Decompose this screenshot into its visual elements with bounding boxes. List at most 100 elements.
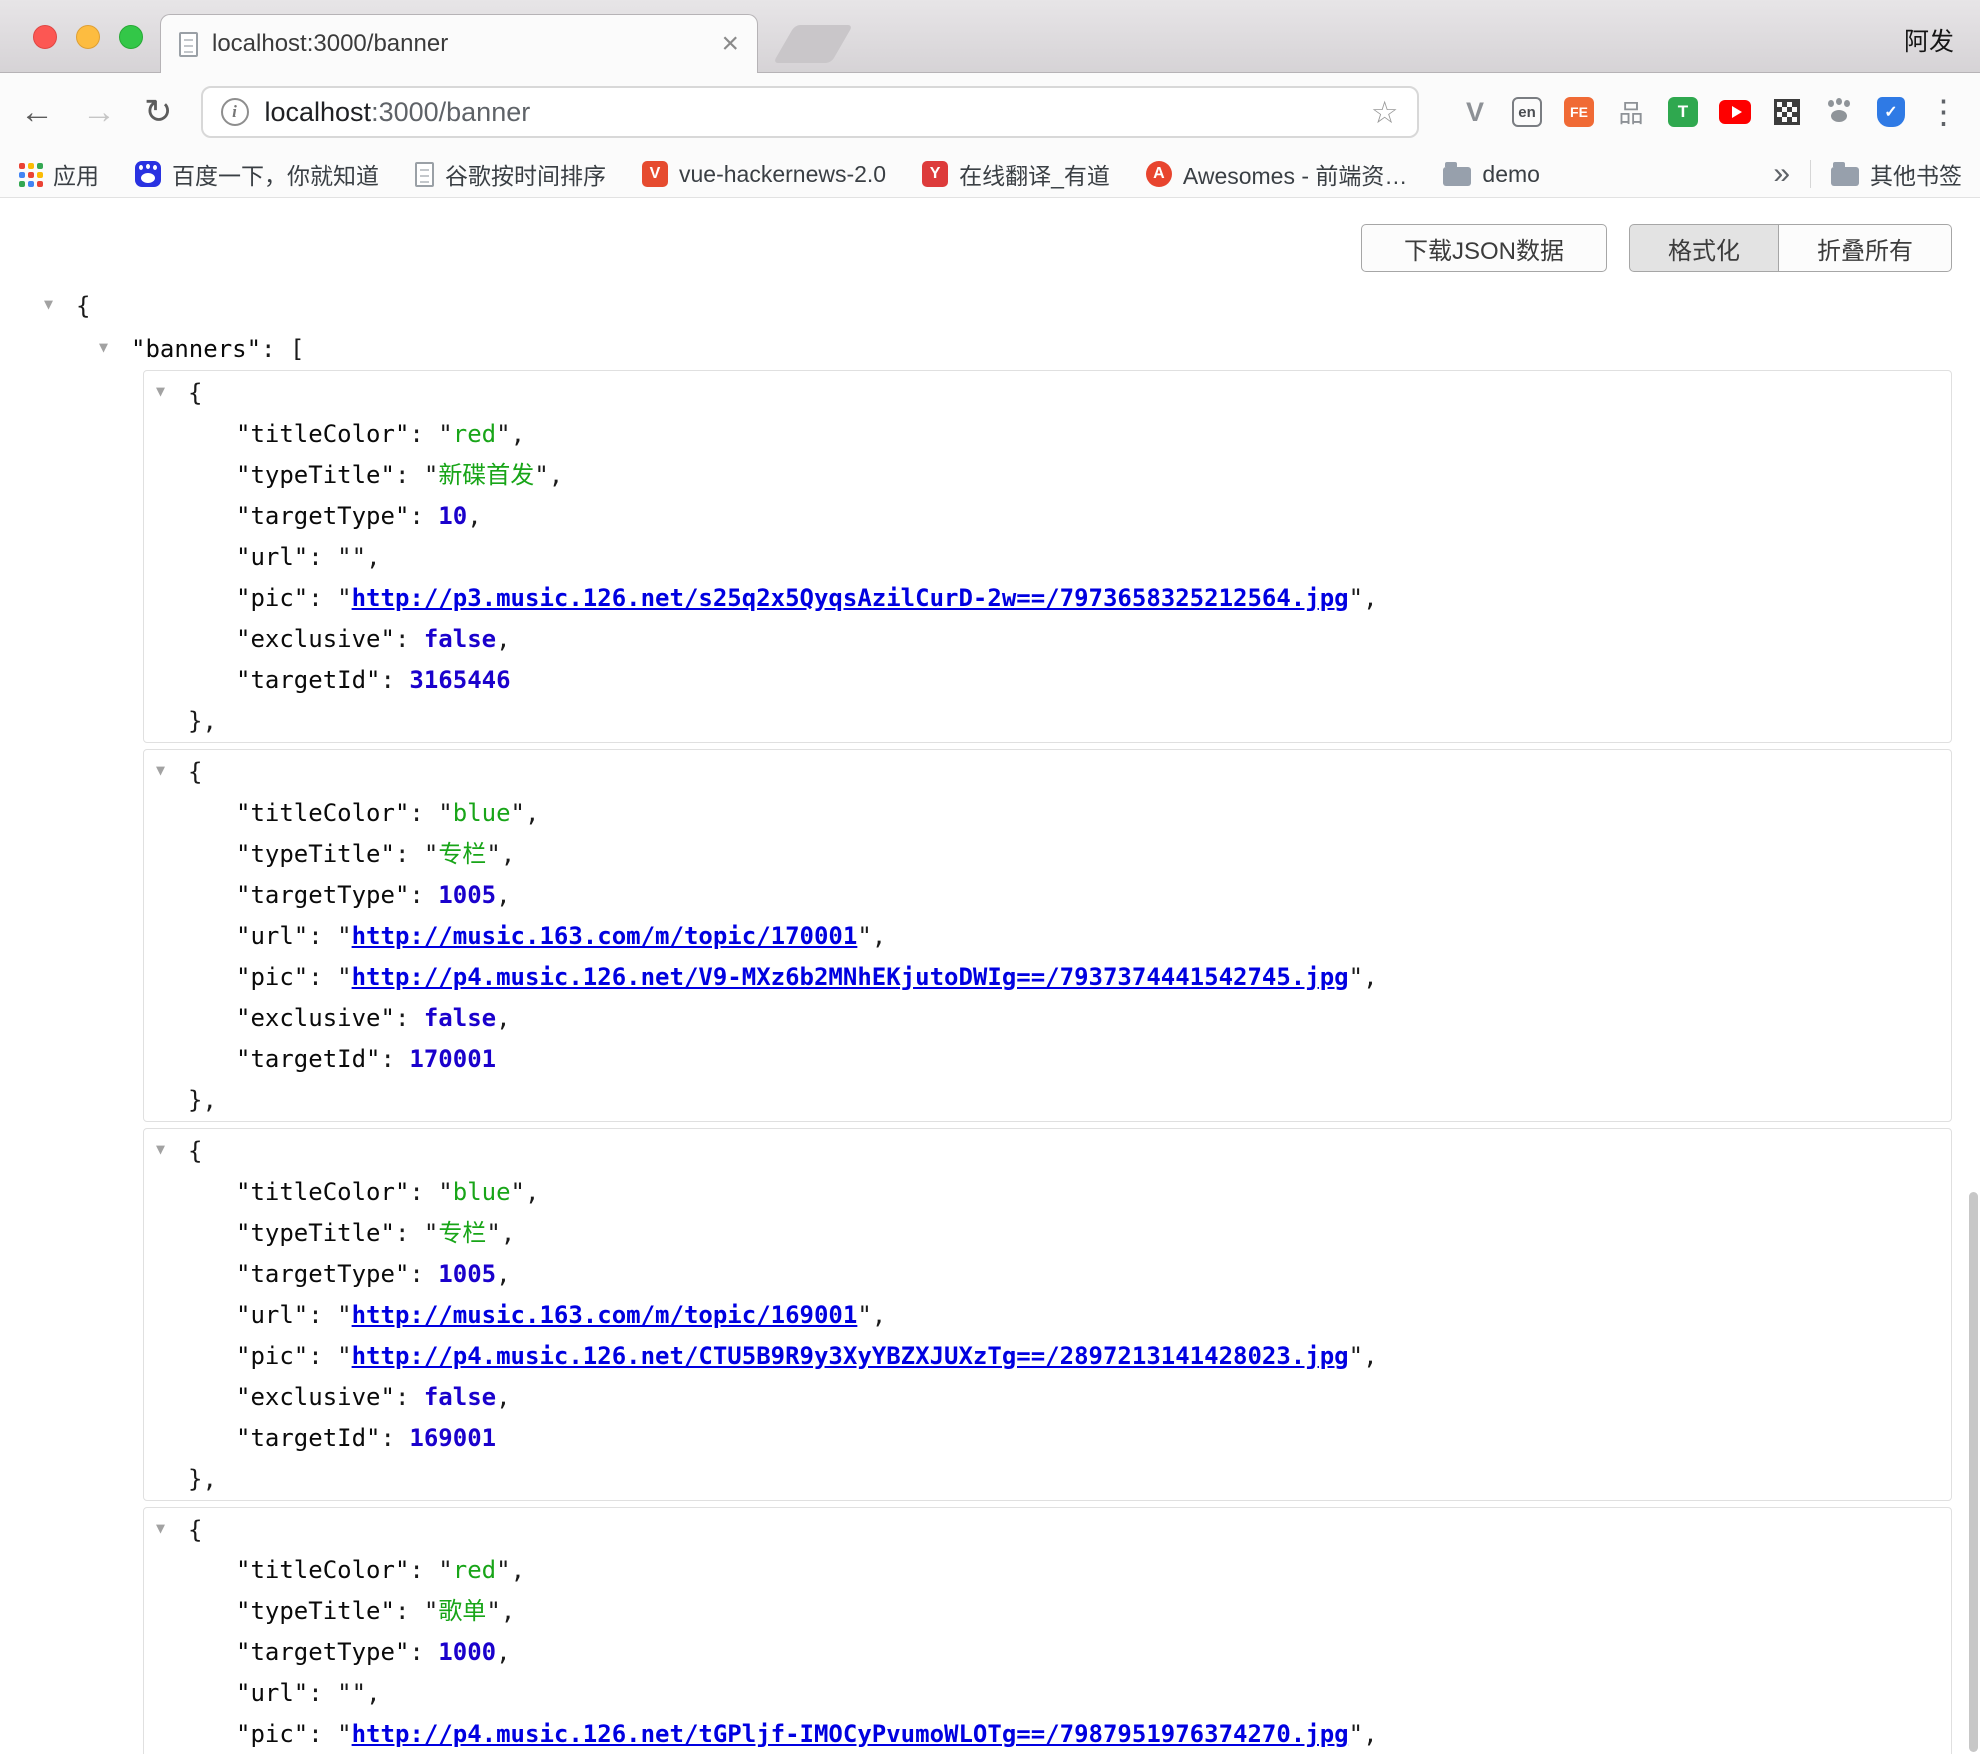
json-punctuation: , [1363, 1342, 1377, 1370]
json-key: "pic" [236, 1342, 308, 1370]
json-property-line: "targetId": 169001 [144, 1418, 1951, 1459]
json-key: "typeTitle" [236, 461, 395, 489]
json-link-value[interactable]: http://p4.music.126.net/V9-MXz6b2MNhEKju… [352, 963, 1349, 991]
bookmark-vue-hackernews[interactable]: V vue-hackernews-2.0 [642, 161, 886, 188]
browser-tab[interactable]: localhost:3000/banner × [160, 14, 758, 73]
collapse-triangle-icon[interactable]: ▼ [99, 327, 131, 368]
json-link-value[interactable]: http://p4.music.126.net/tGPljf-IMOCyPvum… [352, 1720, 1349, 1748]
format-button[interactable]: 格式化 [1629, 224, 1779, 272]
address-bar[interactable]: i localhost:3000/banner ☆ [201, 86, 1419, 138]
json-property-line: "url": "", [144, 537, 1951, 578]
collapse-all-button[interactable]: 折叠所有 [1779, 224, 1952, 272]
json-string-value: 歌单 [438, 1597, 486, 1625]
json-punctuation: " [337, 1301, 351, 1329]
json-key: "pic" [236, 963, 308, 991]
json-punctuation: , [525, 799, 539, 827]
json-punctuation: , [496, 1004, 510, 1032]
json-link-value[interactable]: http://p4.music.126.net/CTU5B9R9y3XyYBZX… [352, 1342, 1349, 1370]
json-punctuation: " [424, 1597, 438, 1625]
json-punctuation: , [1363, 1720, 1377, 1748]
bookmark-awesomes[interactable]: A Awesomes - 前端资… [1146, 157, 1408, 191]
forward-button[interactable]: → [82, 95, 116, 129]
json-number-value: 169001 [409, 1424, 496, 1452]
vue-devtools-icon[interactable]: V [1459, 96, 1491, 128]
tab-close-icon[interactable]: × [721, 29, 739, 59]
json-punctuation: " [424, 1219, 438, 1247]
json-punctuation: " [337, 1342, 351, 1370]
bookmark-demo-folder[interactable]: demo [1443, 161, 1540, 188]
json-punctuation: " [352, 543, 366, 571]
json-property-line: "titleColor": "blue", [144, 1172, 1951, 1213]
youdao-translate-icon[interactable]: en [1511, 96, 1543, 128]
json-punctuation: " [511, 799, 525, 827]
json-boolean-value: false [424, 625, 496, 653]
collapse-triangle-icon[interactable]: ▼ [156, 1508, 188, 1549]
bookmark-star-icon[interactable]: ☆ [1371, 97, 1399, 128]
bookmark-youdao-translate[interactable]: Y 在线翻译_有道 [922, 157, 1110, 191]
info-icon[interactable]: i [221, 98, 249, 126]
json-number-value: 170001 [409, 1045, 496, 1073]
json-punctuation: : [409, 1556, 438, 1584]
collapse-triangle-icon[interactable]: ▼ [156, 750, 188, 791]
json-punctuation: : [409, 881, 438, 909]
other-bookmarks-label: 其他书签 [1870, 157, 1962, 191]
reload-button[interactable]: ↻ [144, 95, 173, 129]
bookmarks-overflow-icon[interactable]: » [1773, 157, 1790, 191]
json-punctuation: " [496, 1556, 510, 1584]
bookmark-label: 谷歌按时间排序 [445, 157, 606, 191]
json-boolean-value: false [424, 1004, 496, 1032]
json-punctuation: : [409, 420, 438, 448]
window-close-button[interactable] [33, 25, 57, 49]
json-link-value[interactable]: http://p3.music.126.net/s25q2x5QyqsAzilC… [352, 584, 1349, 612]
json-punctuation: : [395, 625, 424, 653]
folder-icon [1831, 167, 1859, 186]
blue-shield-check-icon[interactable]: ✓ [1875, 96, 1907, 128]
json-punctuation: " [337, 1679, 351, 1707]
json-punctuation: : [308, 1720, 337, 1748]
json-punctuation: { [188, 1137, 202, 1165]
json-root-line: ▼{ [44, 284, 1980, 327]
json-key: "typeTitle" [236, 840, 395, 868]
bookmark-apps[interactable]: 应用 [18, 157, 99, 191]
browser-menu-icon[interactable]: ⋮ [1927, 99, 1960, 125]
json-punctuation: , [511, 1556, 525, 1584]
bookmark-google-sort[interactable]: 谷歌按时间排序 [415, 157, 606, 191]
json-punctuation: : [ [261, 335, 304, 363]
json-property-line: "titleColor": "blue", [144, 793, 1951, 834]
collapse-triangle-icon[interactable]: ▼ [156, 1129, 188, 1170]
back-button[interactable]: ← [20, 95, 54, 129]
youtube-icon[interactable] [1719, 96, 1751, 128]
json-key: "titleColor" [236, 1178, 409, 1206]
json-punctuation: : [395, 1004, 424, 1032]
json-punctuation: , [496, 1638, 510, 1666]
json-link-value[interactable]: http://music.163.com/m/topic/169001 [352, 1301, 858, 1329]
json-punctuation: " [337, 584, 351, 612]
json-string-value: 新碟首发 [438, 461, 534, 489]
window-zoom-button[interactable] [119, 25, 143, 49]
org-chart-icon[interactable]: 品 [1615, 96, 1647, 128]
json-key: "targetId" [236, 1045, 381, 1073]
json-punctuation: , [549, 461, 563, 489]
json-punctuation: " [438, 420, 452, 448]
json-key: "exclusive" [236, 1383, 395, 1411]
json-punctuation: : [395, 1383, 424, 1411]
qr-code-icon[interactable] [1771, 96, 1803, 128]
collapse-triangle-icon[interactable]: ▼ [44, 284, 76, 325]
bookmark-label: Awesomes - 前端资… [1183, 157, 1408, 191]
other-bookmarks[interactable]: 其他书签 [1831, 157, 1962, 191]
green-shield-icon[interactable]: T [1667, 96, 1699, 128]
url-host: localhost [265, 97, 372, 127]
bookmark-baidu[interactable]: 百度一下，你就知道 [135, 157, 379, 191]
download-json-button[interactable]: 下载JSON数据 [1361, 224, 1607, 272]
json-link-value[interactable]: http://music.163.com/m/topic/170001 [352, 922, 858, 950]
new-tab-button[interactable] [773, 25, 853, 63]
fehelper-icon[interactable]: FE [1563, 96, 1595, 128]
scrollbar-thumb[interactable] [1969, 1192, 1978, 1752]
collapse-triangle-icon[interactable]: ▼ [156, 371, 188, 412]
json-punctuation: " [438, 1556, 452, 1584]
window-minimize-button[interactable] [76, 25, 100, 49]
json-punctuation: : [308, 543, 337, 571]
json-punctuation: " [486, 1219, 500, 1247]
youtube-play-icon [1719, 100, 1751, 124]
paw-extension-icon[interactable] [1823, 96, 1855, 128]
